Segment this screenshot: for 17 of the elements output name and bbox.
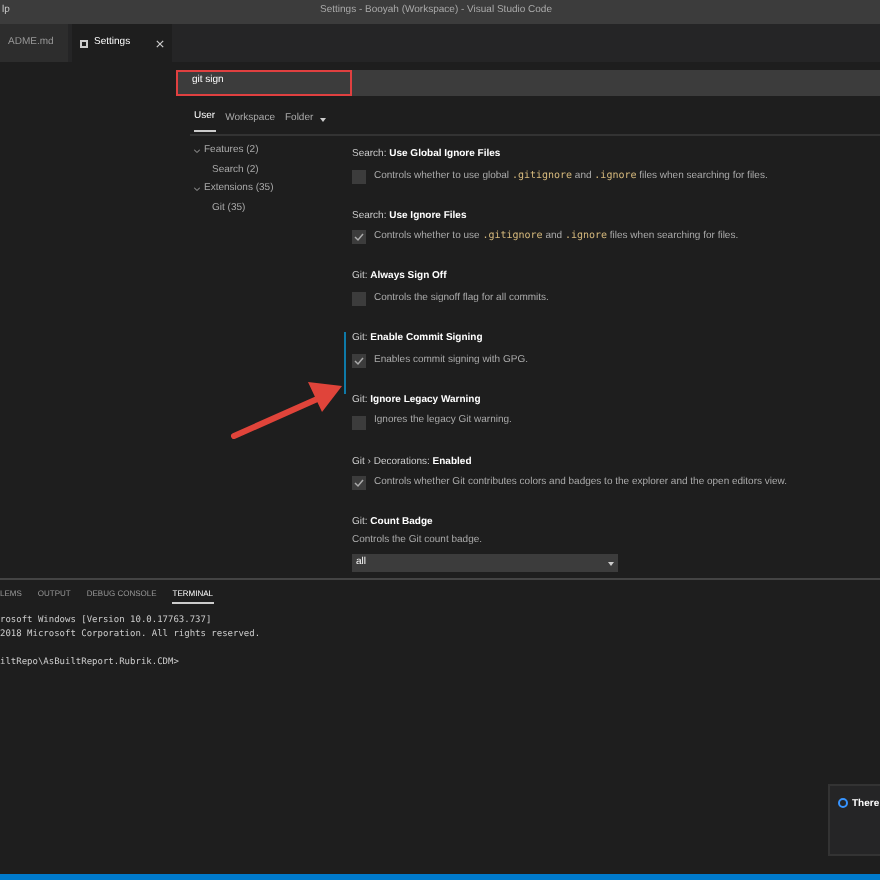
chevron-icon[interactable] bbox=[194, 148, 200, 155]
caret-icon[interactable] bbox=[319, 117, 326, 121]
check-icon bbox=[354, 478, 364, 489]
close-icon[interactable] bbox=[156, 39, 164, 47]
info-icon bbox=[838, 798, 848, 808]
checkbox[interactable] bbox=[352, 353, 366, 368]
checkbox[interactable] bbox=[352, 230, 366, 245]
caret-icon bbox=[608, 561, 614, 566]
check-icon bbox=[354, 355, 364, 366]
annotation-arrow bbox=[231, 382, 342, 439]
check-icon bbox=[354, 232, 364, 243]
checkbox[interactable] bbox=[352, 292, 366, 307]
settings-file-icon bbox=[80, 39, 88, 47]
chevron-icon[interactable] bbox=[194, 186, 200, 193]
checkbox[interactable] bbox=[352, 415, 366, 430]
checkbox[interactable] bbox=[352, 169, 366, 184]
checkbox[interactable] bbox=[352, 476, 366, 491]
